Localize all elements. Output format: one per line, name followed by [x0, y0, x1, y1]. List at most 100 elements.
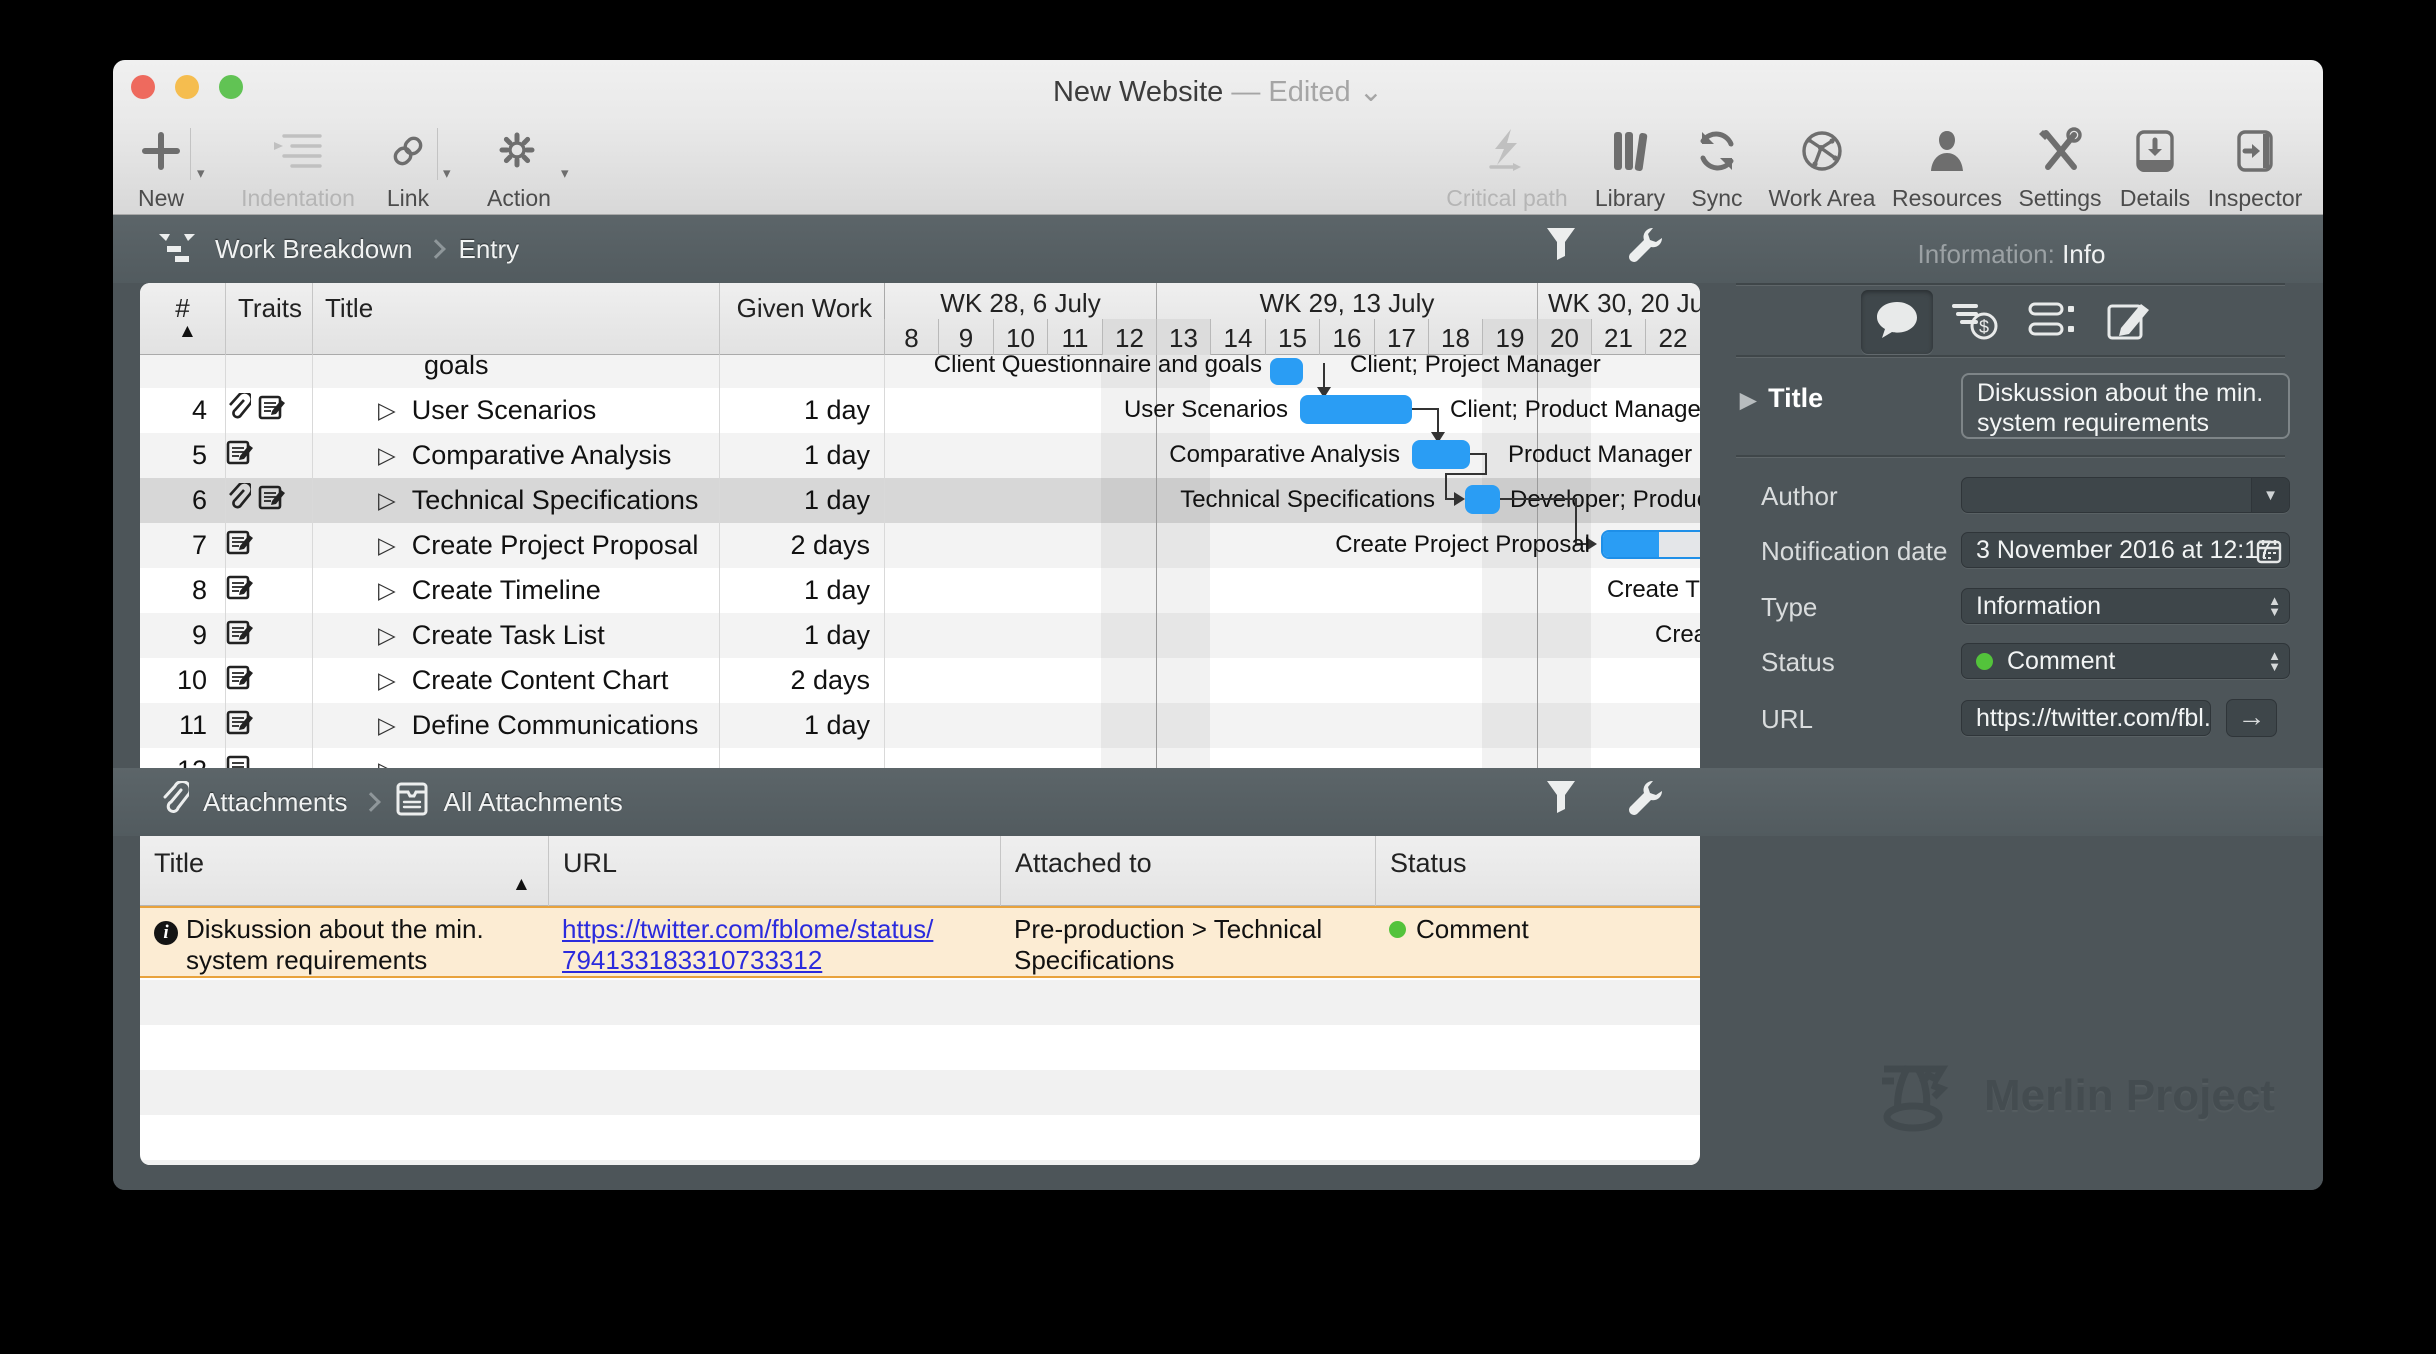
status-dot-icon — [1389, 921, 1406, 938]
gantt-bar[interactable] — [1270, 358, 1303, 385]
column-header-title[interactable]: Title — [312, 283, 719, 355]
note-icon — [225, 438, 253, 473]
resources-button[interactable]: Resources — [1891, 122, 2003, 212]
work-area-button[interactable]: Work Area — [1765, 122, 1879, 212]
gantt-bar[interactable] — [1300, 395, 1412, 424]
day-header[interactable]: 14 — [1210, 319, 1265, 355]
week-header[interactable]: WK 29, 13 July — [1156, 283, 1537, 319]
new-dropdown-arrow[interactable]: ▾ — [197, 164, 205, 182]
expand-triangle-icon[interactable]: ▷ — [378, 532, 396, 559]
fields-tab[interactable] — [2022, 298, 2082, 349]
title-field-label[interactable]: ▶Title — [1740, 383, 1823, 414]
week-header[interactable]: WK 28, 6 July — [884, 283, 1156, 319]
link-dropdown-arrow[interactable]: ▾ — [443, 164, 451, 182]
url-link[interactable]: 794133183310733312 — [562, 945, 822, 975]
type-popup[interactable]: Information ▲▼ — [1961, 588, 2290, 624]
settings-button[interactable]: Settings — [2013, 122, 2107, 212]
sync-button[interactable]: Sync — [1685, 122, 1749, 212]
filter-icon[interactable] — [1543, 777, 1579, 828]
day-header[interactable]: 13 — [1156, 319, 1210, 355]
expand-triangle-icon[interactable]: ▷ — [378, 712, 396, 739]
breadcrumb-root[interactable]: Attachments — [203, 787, 348, 818]
breadcrumb-current[interactable]: Entry — [459, 234, 520, 265]
column-header-attached-to[interactable]: Attached to — [1000, 836, 1375, 906]
table-row[interactable]: 7 ▷Create Project Proposal 2 days — [140, 523, 884, 568]
day-header[interactable]: 16 — [1319, 319, 1374, 355]
inspector-button[interactable]: Inspector — [2203, 122, 2307, 212]
url-link[interactable]: https://twitter.com/fblome/status/ — [562, 914, 933, 944]
day-header[interactable]: 22 — [1645, 319, 1700, 355]
table-row-selected[interactable]: 6 ▷Technical Specifications 1 day — [140, 478, 884, 523]
day-header[interactable]: 15 — [1265, 319, 1319, 355]
column-header-traits[interactable]: Traits — [225, 283, 312, 355]
expand-triangle-icon[interactable]: ▷ — [378, 622, 396, 649]
url-label: URL — [1761, 704, 1813, 735]
day-header[interactable]: 20 — [1537, 319, 1591, 355]
disclosure-triangle-icon[interactable]: ▶ — [1740, 389, 1756, 412]
expand-triangle-icon[interactable]: ▷ — [378, 397, 396, 424]
day-header[interactable]: 11 — [1047, 319, 1102, 355]
table-row[interactable]: goals — [140, 355, 884, 388]
url-field[interactable]: https://twitter.com/fbl... — [1961, 700, 2211, 736]
comment-tab[interactable] — [1867, 298, 1927, 349]
gantt-bar-partial[interactable] — [1601, 530, 1700, 559]
day-header[interactable]: 21 — [1591, 319, 1645, 355]
author-dropdown[interactable]: ▼ — [1961, 477, 2290, 513]
expand-triangle-icon[interactable]: ▷ — [378, 667, 396, 694]
day-header[interactable]: 10 — [993, 319, 1047, 355]
paperclip-icon — [225, 393, 251, 428]
wrench-icon[interactable] — [1623, 777, 1663, 828]
calendar-icon[interactable] — [2255, 537, 2283, 568]
edit-tab[interactable] — [2099, 298, 2159, 349]
expand-triangle-icon[interactable]: ▷ — [378, 487, 396, 514]
popup-stepper-icon[interactable]: ▲▼ — [2268, 644, 2281, 678]
expand-triangle-icon[interactable]: ▷ — [378, 577, 396, 604]
day-header[interactable]: 12 — [1102, 319, 1156, 355]
table-row[interactable]: 12 ▷ — [140, 748, 884, 768]
status-dot-icon — [1976, 653, 1993, 670]
table-row[interactable]: 5 ▷Comparative Analysis 1 day — [140, 433, 884, 478]
table-row[interactable]: 11 ▷Define Communications 1 day — [140, 703, 884, 748]
column-header-num[interactable]: # ▲ — [140, 283, 225, 355]
gantt-task-label: Create Timeline — [1607, 576, 1700, 604]
cost-tab[interactable]: $ — [1944, 298, 2004, 349]
type-label: Type — [1761, 592, 1817, 623]
popup-stepper-icon[interactable]: ▲▼ — [2268, 589, 2281, 623]
breadcrumb-root[interactable]: Work Breakdown — [215, 234, 413, 265]
column-header-given-work[interactable]: Given Work — [719, 283, 884, 355]
gantt-task-label: Technical Specifications — [1180, 486, 1435, 514]
table-row[interactable]: 10 ▷Create Content Chart 2 days — [140, 658, 884, 703]
column-header-status[interactable]: Status — [1375, 836, 1700, 906]
day-header[interactable]: 19 — [1482, 319, 1537, 355]
expand-triangle-icon[interactable]: ▷ — [378, 442, 396, 469]
expand-triangle-icon[interactable]: ▷ — [378, 757, 396, 768]
link-button[interactable]: Link — [375, 122, 441, 212]
week-header[interactable]: WK 30, 20 July — [1537, 283, 1700, 319]
open-url-button[interactable]: → — [2226, 699, 2277, 737]
action-dropdown-arrow[interactable]: ▾ — [561, 164, 569, 182]
column-header-title[interactable]: Title ▲ — [140, 836, 548, 906]
day-header[interactable]: 9 — [938, 319, 993, 355]
attachment-row-selected[interactable]: iDiskussion about the min. system requir… — [140, 906, 1700, 978]
title-field-value[interactable]: Diskussion about the min.system requirem… — [1961, 373, 2290, 439]
library-button[interactable]: Library — [1585, 122, 1675, 212]
column-header-url[interactable]: URL — [548, 836, 1000, 906]
table-row[interactable]: 8 ▷Create Timeline 1 day — [140, 568, 884, 613]
action-button[interactable]: Action — [479, 122, 559, 212]
dropdown-arrow-icon[interactable]: ▼ — [2251, 478, 2289, 512]
breadcrumb-current[interactable]: All Attachments — [444, 787, 623, 818]
notification-date-field[interactable]: 3 November 2016 at 12:17 — [1961, 532, 2290, 568]
table-row[interactable]: 4 ▷User Scenarios 1 day — [140, 388, 884, 433]
filter-icon[interactable] — [1543, 224, 1579, 275]
svg-text:$: $ — [1979, 317, 1989, 337]
day-header[interactable]: 18 — [1428, 319, 1482, 355]
day-header[interactable]: 8 — [884, 319, 938, 355]
status-popup[interactable]: Comment ▲▼ — [1961, 643, 2290, 679]
new-button[interactable]: New — [133, 122, 189, 212]
gantt-bar[interactable] — [1412, 440, 1470, 469]
day-header[interactable]: 17 — [1374, 319, 1428, 355]
gantt-bar[interactable] — [1465, 485, 1500, 514]
wrench-icon[interactable] — [1623, 224, 1663, 275]
table-row[interactable]: 9 ▷Create Task List 1 day — [140, 613, 884, 658]
details-button[interactable]: Details — [2117, 122, 2193, 212]
